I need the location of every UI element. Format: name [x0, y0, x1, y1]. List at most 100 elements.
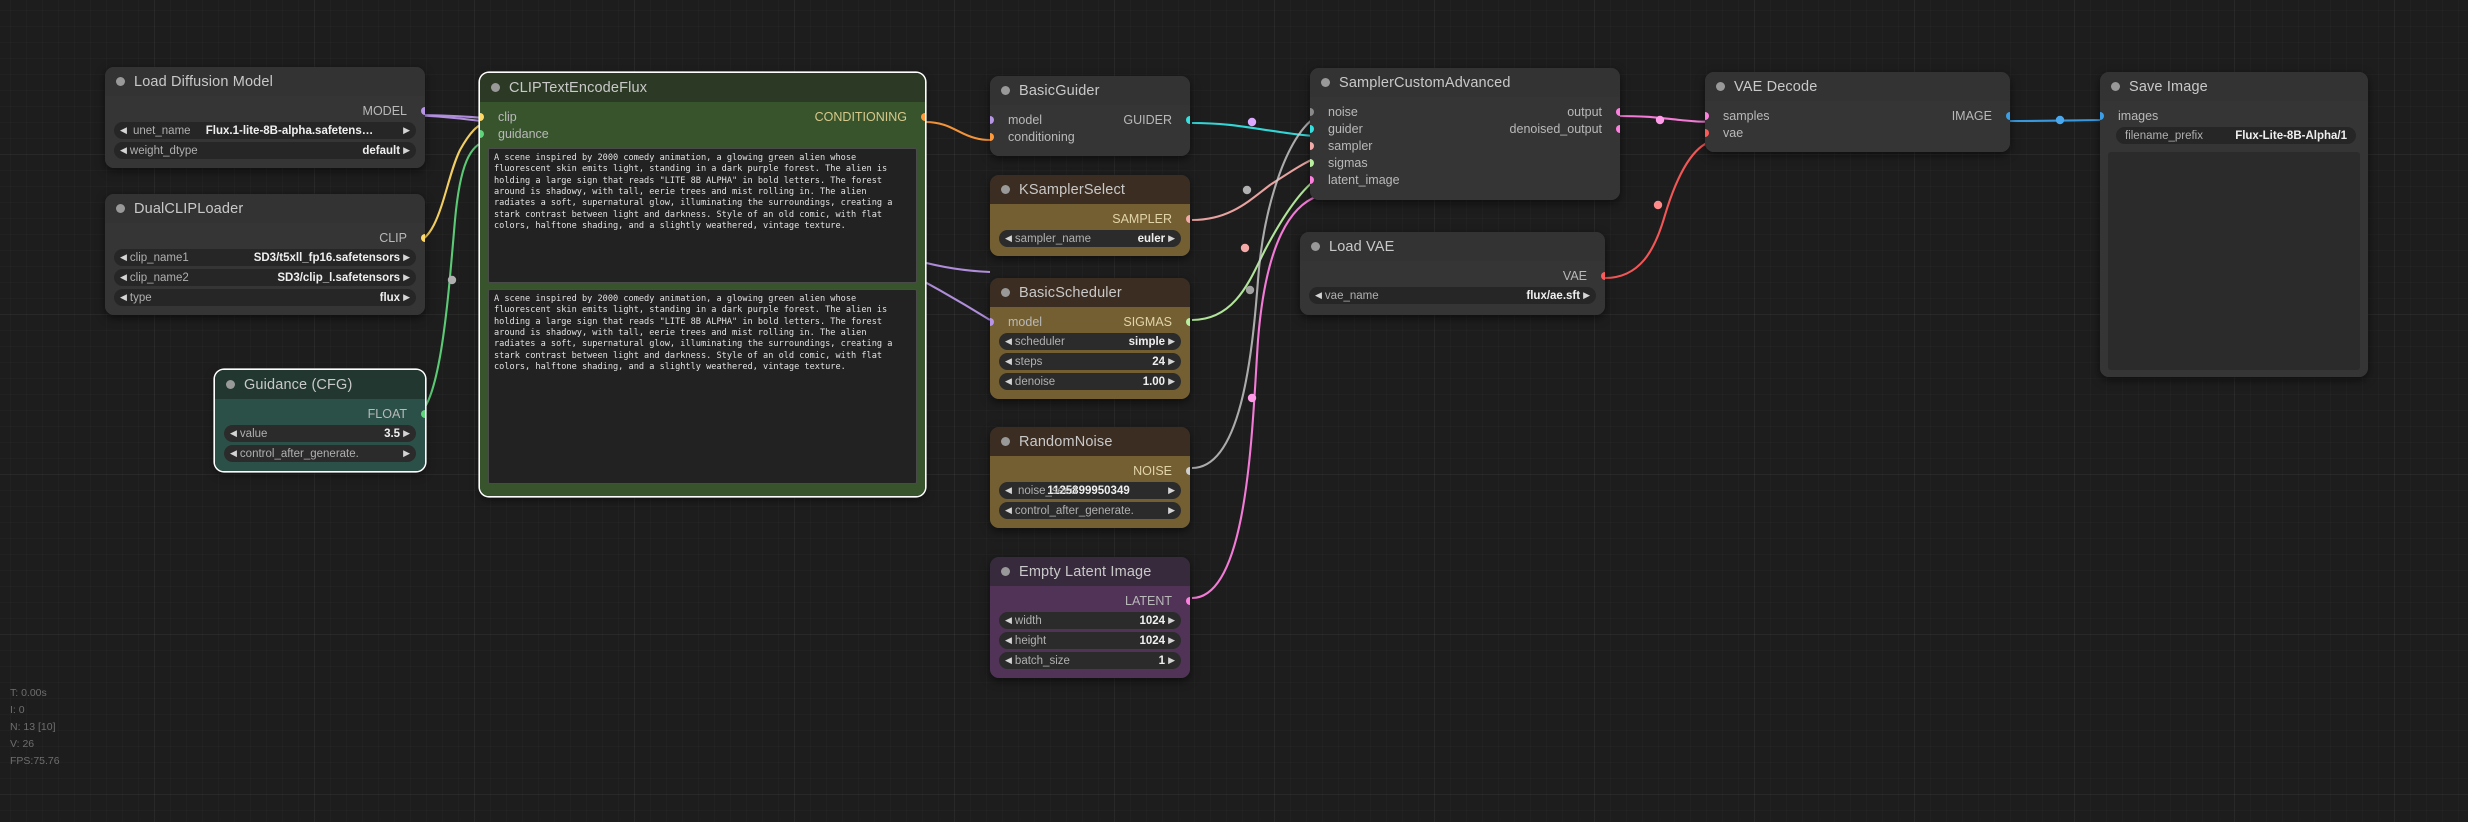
input-port-guidance[interactable]: guidance [480, 125, 925, 142]
widget-steps[interactable]: ◀ steps 24 ▶ [999, 353, 1181, 370]
port-dot[interactable] [2006, 111, 2010, 120]
widget-clip-name2[interactable]: ◀ clip_name2 SD3/clip_l.safetensors ▶ [114, 269, 416, 286]
widget-denoise[interactable]: ◀ denoise 1.00 ▶ [999, 373, 1181, 390]
output-port-denoised-output[interactable]: denoised_output [1310, 120, 1620, 137]
port-dot[interactable] [1310, 141, 1314, 150]
chevron-right-icon[interactable]: ▶ [403, 126, 410, 135]
port-dot[interactable] [421, 106, 425, 115]
chevron-right-icon[interactable]: ▶ [403, 253, 410, 262]
node-header[interactable]: CLIPTextEncodeFlux [480, 73, 925, 102]
collapse-dot-icon[interactable] [491, 83, 500, 92]
node-empty-latent-image[interactable]: Empty Latent Image LATENT ◀ width 1024 ▶… [990, 557, 1190, 678]
collapse-dot-icon[interactable] [1311, 242, 1320, 251]
collapse-dot-icon[interactable] [226, 380, 235, 389]
widget-control-after-generate[interactable]: ◀ control_after_generate. ▶ [999, 502, 1181, 519]
widget-type[interactable]: ◀ type flux ▶ [114, 289, 416, 306]
node-header[interactable]: Empty Latent Image [990, 557, 1190, 586]
chevron-right-icon[interactable]: ▶ [1168, 377, 1175, 386]
output-port-output[interactable]: output [1310, 103, 1620, 120]
output-port-sampler[interactable]: SAMPLER [990, 210, 1190, 227]
widget-clip-name1[interactable]: ◀ clip_name1 SD3/t5xll_fp16.safetensors … [114, 249, 416, 266]
widget-noise-seed[interactable]: ◀ noise_seed 1125899950349 ▶ [999, 482, 1181, 499]
prompt-textarea-primary[interactable]: A scene inspired by 2000 comedy animatio… [488, 148, 917, 283]
node-header[interactable]: BasicScheduler [990, 278, 1190, 307]
input-port-sigmas[interactable]: sigmas [1310, 154, 1620, 171]
node-header[interactable]: Load Diffusion Model [105, 67, 425, 96]
node-header[interactable]: KSamplerSelect [990, 175, 1190, 204]
collapse-dot-icon[interactable] [1001, 185, 1010, 194]
chevron-right-icon[interactable]: ▶ [1168, 337, 1175, 346]
output-port-clip[interactable]: CLIP [105, 229, 425, 246]
output-port-noise[interactable]: NOISE [990, 462, 1190, 479]
chevron-right-icon[interactable]: ▶ [1168, 357, 1175, 366]
collapse-dot-icon[interactable] [116, 204, 125, 213]
chevron-right-icon[interactable]: ▶ [1583, 291, 1590, 300]
node-header[interactable]: RandomNoise [990, 427, 1190, 456]
widget-control-after-generate[interactable]: ◀ control_after_generate. ▶ [224, 445, 416, 462]
port-dot[interactable] [921, 112, 925, 121]
widget-height[interactable]: ◀ height 1024 ▶ [999, 632, 1181, 649]
chevron-left-icon[interactable]: ◀ [120, 146, 127, 155]
chevron-right-icon[interactable]: ▶ [403, 293, 410, 302]
output-port-float[interactable]: FLOAT [215, 405, 425, 422]
node-dual-clip-loader[interactable]: DualCLIPLoader CLIP ◀ clip_name1 SD3/t5x… [105, 194, 425, 315]
chevron-right-icon[interactable]: ▶ [1168, 616, 1175, 625]
node-header[interactable]: Guidance (CFG) [215, 370, 425, 399]
node-vae-decode[interactable]: VAE Decode samples IMAGE vae [1705, 72, 2010, 152]
graph-canvas[interactable]: Load Diffusion Model MODEL ◀ unet_name F… [0, 0, 2468, 822]
widget-unet-name[interactable]: ◀ unet_name Flux.1-lite-8B-alpha.safeten… [114, 122, 416, 139]
port-dot[interactable] [1186, 596, 1190, 605]
port-dot[interactable] [1601, 271, 1605, 280]
node-load-diffusion-model[interactable]: Load Diffusion Model MODEL ◀ unet_name F… [105, 67, 425, 168]
port-dot[interactable] [421, 409, 425, 418]
input-port-images[interactable]: images [2100, 107, 2368, 124]
chevron-left-icon[interactable]: ◀ [1005, 337, 1012, 346]
widget-sampler-name[interactable]: ◀ sampler_name euler ▶ [999, 230, 1181, 247]
chevron-left-icon[interactable]: ◀ [1005, 357, 1012, 366]
output-port-sigmas[interactable]: SIGMAS [990, 313, 1190, 330]
port-dot[interactable] [1616, 107, 1620, 116]
chevron-right-icon[interactable]: ▶ [1168, 656, 1175, 665]
chevron-left-icon[interactable]: ◀ [1005, 377, 1012, 386]
widget-filename-prefix[interactable]: filename_prefix Flux-Lite-8B-Alpha/1 [2116, 127, 2356, 144]
chevron-left-icon[interactable]: ◀ [120, 126, 127, 135]
collapse-dot-icon[interactable] [1001, 288, 1010, 297]
input-port-latent-image[interactable]: latent_image [1310, 171, 1620, 188]
input-port-vae[interactable]: vae [1705, 124, 2010, 141]
chevron-left-icon[interactable]: ◀ [1315, 291, 1322, 300]
chevron-left-icon[interactable]: ◀ [120, 253, 127, 262]
chevron-left-icon[interactable]: ◀ [120, 273, 127, 282]
widget-width[interactable]: ◀ width 1024 ▶ [999, 612, 1181, 629]
chevron-left-icon[interactable]: ◀ [230, 429, 237, 438]
collapse-dot-icon[interactable] [1001, 437, 1010, 446]
output-port-guider[interactable]: GUIDER [990, 111, 1190, 128]
collapse-dot-icon[interactable] [2111, 82, 2120, 91]
port-dot[interactable] [1616, 124, 1620, 133]
output-port-image[interactable]: IMAGE [1705, 107, 2010, 124]
chevron-right-icon[interactable]: ▶ [1168, 234, 1175, 243]
collapse-dot-icon[interactable] [1001, 86, 1010, 95]
collapse-dot-icon[interactable] [116, 77, 125, 86]
node-header[interactable]: SamplerCustomAdvanced [1310, 68, 1620, 97]
chevron-right-icon[interactable]: ▶ [1168, 506, 1175, 515]
chevron-right-icon[interactable]: ▶ [1168, 636, 1175, 645]
output-port-latent[interactable]: LATENT [990, 592, 1190, 609]
collapse-dot-icon[interactable] [1001, 567, 1010, 576]
chevron-left-icon[interactable]: ◀ [230, 449, 237, 458]
widget-weight-dtype[interactable]: ◀ weight_dtype default ▶ [114, 142, 416, 159]
chevron-left-icon[interactable]: ◀ [1005, 506, 1012, 515]
port-dot[interactable] [1186, 466, 1190, 475]
prompt-textarea-secondary[interactable]: A scene inspired by 2000 comedy animatio… [488, 289, 917, 484]
output-port-conditioning[interactable]: CONDITIONING [480, 108, 925, 125]
node-header[interactable]: Load VAE [1300, 232, 1605, 261]
node-header[interactable]: BasicGuider [990, 76, 1190, 105]
output-port-vae[interactable]: VAE [1300, 267, 1605, 284]
chevron-left-icon[interactable]: ◀ [1005, 234, 1012, 243]
port-dot[interactable] [421, 233, 425, 242]
chevron-left-icon[interactable]: ◀ [1005, 656, 1012, 665]
node-load-vae[interactable]: Load VAE VAE ◀ vae_name flux/ae.sft ▶ [1300, 232, 1605, 315]
port-dot[interactable] [1186, 214, 1190, 223]
chevron-right-icon[interactable]: ▶ [403, 449, 410, 458]
port-dot[interactable] [2100, 111, 2104, 120]
node-header[interactable]: DualCLIPLoader [105, 194, 425, 223]
